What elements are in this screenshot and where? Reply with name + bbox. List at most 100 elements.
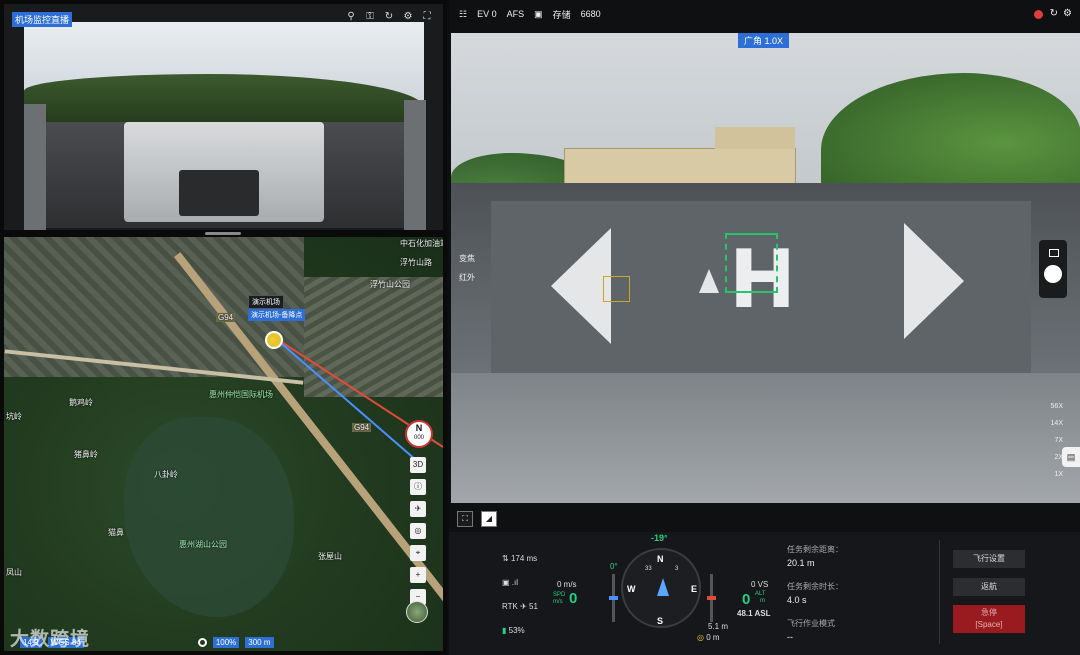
refresh-icon[interactable]: ↻ <box>383 11 395 22</box>
map-poi-label: 惠州湖山公园 <box>179 540 227 549</box>
refresh-icon[interactable]: ↻ <box>1050 8 1058 19</box>
plane-icon[interactable]: ✈ <box>410 501 426 517</box>
zoom-tick: 1X <box>1054 471 1063 478</box>
dock-camera-title: 机场监控直播 <box>12 12 73 27</box>
arrow-small-marking <box>699 269 719 293</box>
remaining-time: 4.0 s <box>787 595 807 605</box>
settings-sliders-icon[interactable]: ☷ <box>459 9 467 20</box>
pip-icon[interactable]: ◢ <box>481 511 497 527</box>
lock-icon[interactable]: ⚿ <box>364 11 376 22</box>
image-link-icon: ▣ .ıl <box>502 578 519 587</box>
landing-point-label[interactable]: 演示机场-备降点 <box>248 309 306 321</box>
settings-icon[interactable]: ⚙ <box>1063 8 1072 19</box>
zoom-tick: 56X <box>1050 403 1063 410</box>
rtk-status: RTK ✈ 51 <box>502 602 538 611</box>
ev-value: EV 0 <box>477 9 497 19</box>
map-compass[interactable]: N 000 <box>405 420 433 448</box>
flight-settings-button[interactable]: 飞行设置 <box>953 550 1025 568</box>
zoom-tick: 7X <box>1054 437 1063 444</box>
map-label: 猪鼻岭 <box>74 450 98 459</box>
cockpit-root: 机场监控直播 ⚲ ⚿ ↻ ⚙ ⛶ 中石化加油站 浮竹山路 浮竹山公园 鹅鸡 <box>0 0 1080 655</box>
lens-zoom-tag[interactable]: 广角 1.0X <box>738 33 790 48</box>
zoom-tick: 2X <box>1054 454 1063 461</box>
afs-label[interactable]: AFS <box>507 9 525 19</box>
camera-frame-right <box>404 100 426 230</box>
route-line-blue <box>273 336 425 468</box>
map-view[interactable]: 中石化加油站 浮竹山路 浮竹山公园 鹅鸡岭 猪鼻岭 八卦岭 猫鼻 张屋山 凤山 … <box>4 237 443 651</box>
photo-mode-icon[interactable] <box>1049 249 1059 257</box>
battery-icon: ▮ <box>502 626 509 635</box>
dock-marker-label[interactable]: 演示机场 <box>248 295 284 309</box>
remaining-time-label: 任务剩余时长： <box>787 582 843 591</box>
remaining-distance: 20.1 m <box>787 558 815 568</box>
pin-icon[interactable]: ⚲ <box>345 11 357 22</box>
settings-icon[interactable]: ⚙ <box>402 11 414 22</box>
latency: ⇅ 174 ms <box>502 554 538 563</box>
scale-circle-icon <box>197 638 207 647</box>
flight-mode-label: 飞行作业模式 <box>787 619 835 628</box>
emergency-stop-button[interactable]: 急停 [Space] <box>953 605 1025 633</box>
map-label: 猫鼻 <box>108 528 124 537</box>
right-panel: ☷ EV 0 AFS ▣ 存储 6680 ↻ ⚙ H 广角 1.0X 变焦 红外… <box>449 0 1080 655</box>
pitch-gauge <box>609 574 618 622</box>
map-label: 浮竹山公园 <box>370 280 410 289</box>
camera-status-bar: ☷ EV 0 AFS ▣ 存储 6680 ↻ ⚙ <box>449 0 1080 28</box>
arrow-left-marking <box>551 228 611 344</box>
map-layer-switch[interactable] <box>406 601 428 623</box>
map-toolbar: 3D ⓘ ✈ ◎ ⌖ + − <box>410 457 426 605</box>
3d-toggle-button[interactable]: 3D <box>410 457 426 473</box>
watermark: 大数跨境 <box>10 629 91 650</box>
vertical-speed: 0 VS <box>751 580 769 589</box>
telemetry-panel: ⇅ 174 ms ▣ .ıl RTK ✈ 51 ▮ 53% 0 m/s SPD … <box>449 532 1080 655</box>
shutter-button[interactable] <box>1044 265 1062 283</box>
fullscreen-icon[interactable]: ⛶ <box>421 11 433 22</box>
capture-control <box>1039 240 1067 298</box>
locate-icon[interactable]: ◎ <box>410 523 426 539</box>
zoom-in-button[interactable]: + <box>410 567 426 583</box>
altitude-label: ALT <box>755 591 766 597</box>
map-scale-pct: 100% <box>212 637 240 648</box>
map-poi-label: 惠州仲恺国际机场 <box>209 390 273 399</box>
map-label: 浮竹山路 <box>400 258 432 267</box>
altitude-unit: m <box>760 598 765 604</box>
height-1: 5.1 m <box>708 622 729 631</box>
view-mode-tools: ⛶ ◢ <box>457 511 497 527</box>
grid-view-icon[interactable]: ⛶ <box>457 511 473 527</box>
dock-camera-view: 机场监控直播 ⚲ ⚿ ↻ ⚙ ⛶ <box>4 4 443 230</box>
height-2: ◎ 0 m <box>697 633 720 642</box>
speed-top: 0 m/s <box>557 580 577 589</box>
tracking-box <box>725 233 778 293</box>
highway-shield: G94 <box>352 423 372 432</box>
route-icon[interactable]: ⌖ <box>410 545 426 561</box>
map-label: 张屋山 <box>318 552 342 561</box>
zoom-tick: 14X <box>1050 420 1063 427</box>
dock-marker-icon[interactable]: ⚡ <box>265 331 283 349</box>
drone-camera-view[interactable]: H 广角 1.0X 变焦 红外 56X 14X 7X 2X 1X <box>451 33 1080 503</box>
lens-zoom-option[interactable]: 变焦 <box>459 253 475 264</box>
return-home-button[interactable]: 返航 <box>953 578 1025 596</box>
chat-icon[interactable]: ▤ <box>1062 447 1080 467</box>
flight-mode: -- <box>787 632 793 642</box>
storage-label: 存储 <box>552 9 571 20</box>
record-indicator <box>1034 10 1043 19</box>
map-label: 八卦岭 <box>154 470 178 479</box>
info-icon[interactable]: ⓘ <box>410 479 426 495</box>
map-label: 中石化加油站 <box>400 239 443 248</box>
lens-switcher: 变焦 红外 <box>459 253 475 283</box>
camera-frame-left <box>24 104 46 230</box>
storage-icon: ▣ <box>534 8 543 19</box>
lens-ir-option[interactable]: 红外 <box>459 272 475 283</box>
signal-icon: ⇅ <box>502 554 511 563</box>
dock-box <box>124 122 324 222</box>
map-label: 凤山 <box>6 568 22 577</box>
speed-unit: m/s <box>553 599 563 605</box>
zoom-scale[interactable]: 56X 14X 7X 2X 1X <box>1041 403 1063 478</box>
attitude-compass: -19° N E S W 33 3 <box>621 533 701 628</box>
remaining-distance-label: 任务剩余距离： <box>787 545 843 554</box>
panel-resize-handle[interactable] <box>205 232 241 235</box>
arrow-right-marking <box>904 223 964 339</box>
altitude-value: 0 <box>742 591 751 608</box>
battery: ▮ 53% <box>502 626 525 635</box>
speed-value: 0 <box>569 590 578 607</box>
dock-camera-toolbar: ⚲ ⚿ ↻ ⚙ ⛶ <box>345 11 433 22</box>
